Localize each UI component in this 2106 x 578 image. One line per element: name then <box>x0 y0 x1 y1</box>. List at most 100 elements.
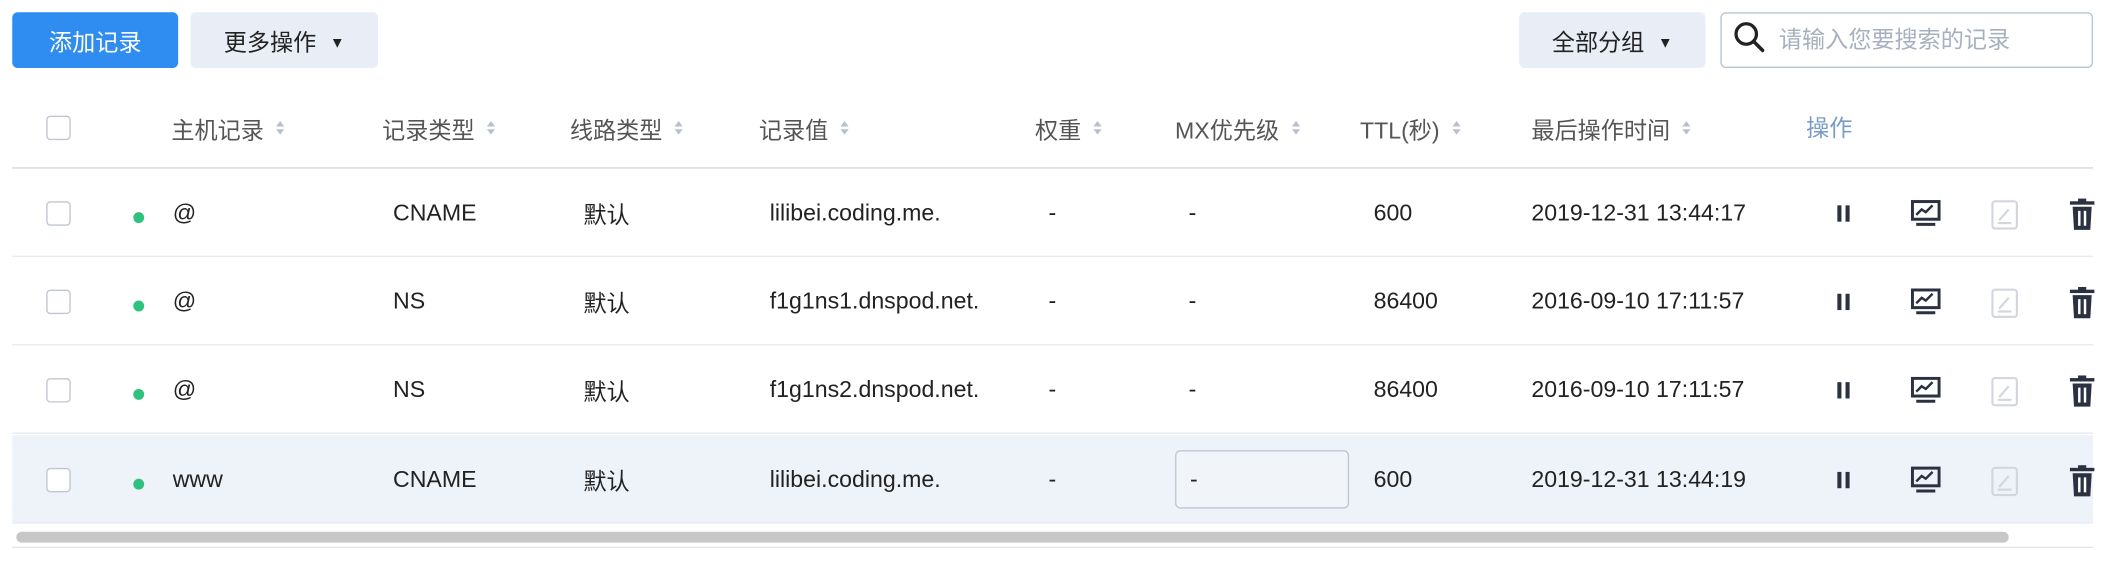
table-row: @ NS 默认 f1g1ns1.dnspod.net. - - 86400 20… <box>12 257 2095 346</box>
weight-cell[interactable]: - <box>1049 257 1057 345</box>
status-dot <box>133 300 145 312</box>
row-checkbox[interactable] <box>46 289 71 315</box>
edit-icon[interactable] <box>1987 199 2022 232</box>
column-header-value-label: 记录值 <box>758 117 829 144</box>
edit-icon[interactable] <box>1987 287 2022 320</box>
column-header-ttl-label: TTL(秒) <box>1360 117 1440 144</box>
status-dot <box>133 388 145 400</box>
sort-icon <box>486 121 496 135</box>
sort-icon <box>840 121 849 135</box>
column-header-value[interactable]: 记录值 <box>759 105 849 151</box>
type-cell: NS <box>393 287 426 314</box>
table-row: www CNAME 默认 lilibei.coding.me. - - 600 … <box>12 435 2095 524</box>
horizontal-scrollbar[interactable] <box>16 531 2009 543</box>
group-filter-dropdown[interactable]: 全部分组 ▼ <box>1519 12 1706 69</box>
pause-icon[interactable] <box>1829 201 1859 225</box>
time-cell: 2019-12-31 13:44:17 <box>1531 199 1747 226</box>
search-icon <box>1733 20 1766 59</box>
value-cell: f1g1ns1.dnspod.net. <box>769 287 980 314</box>
column-header-host[interactable]: 主机记录 <box>171 105 285 151</box>
mx-cell[interactable]: - <box>1189 257 1197 345</box>
status-dot <box>133 478 145 490</box>
sort-icon <box>1682 121 1691 135</box>
column-header-time[interactable]: 最后操作时间 <box>1531 105 1691 151</box>
mx-cell[interactable]: - <box>1189 169 1197 257</box>
line-cell: 默认 <box>583 202 630 229</box>
sort-icon <box>674 121 683 135</box>
column-header-host-label: 主机记录 <box>171 117 264 144</box>
host-cell: @ <box>172 287 197 314</box>
dns-record-panel: 添加记录 更多操作 ▼ 全部分组 ▼ 主机记录 记录类型 线路类型 记录值 <box>0 0 2106 578</box>
select-all-checkbox[interactable] <box>46 115 71 141</box>
ttl-cell[interactable]: 600 <box>1374 435 1413 523</box>
more-actions-label: 更多操作 <box>223 29 317 56</box>
time-cell: 2019-12-31 13:44:19 <box>1531 465 1747 492</box>
column-header-type[interactable]: 记录类型 <box>382 105 496 151</box>
host-cell: @ <box>172 199 197 226</box>
delete-icon[interactable] <box>2066 286 2099 321</box>
edit-icon[interactable] <box>1987 465 2022 498</box>
line-cell: 默认 <box>583 379 630 406</box>
add-record-label: 添加记录 <box>48 29 142 56</box>
value-cell: lilibei.coding.me. <box>769 199 941 226</box>
sort-icon <box>1451 121 1461 135</box>
line-cell: 默认 <box>583 291 630 317</box>
ttl-cell[interactable]: 86400 <box>1374 345 1438 433</box>
time-cell: 2016-09-10 17:11:57 <box>1531 287 1745 314</box>
column-header-mx-label: MX优先级 <box>1175 117 1280 144</box>
ttl-cell[interactable]: 600 <box>1374 169 1413 257</box>
row-checkbox[interactable] <box>46 467 71 493</box>
pause-icon[interactable] <box>1829 290 1859 314</box>
column-header-action: 操作 <box>1806 102 1852 148</box>
sort-icon <box>1291 121 1300 135</box>
type-cell: CNAME <box>393 465 477 492</box>
column-header-line-label: 线路类型 <box>569 117 663 144</box>
delete-icon[interactable] <box>2066 464 2099 499</box>
remark-icon[interactable] <box>1908 465 1943 495</box>
host-cell: www <box>172 465 223 492</box>
pause-icon[interactable] <box>1829 468 1859 492</box>
mx-cell: - <box>1190 465 1198 492</box>
time-cell: 2016-09-10 17:11:57 <box>1531 376 1745 402</box>
weight-cell[interactable]: - <box>1049 345 1057 433</box>
column-header-weight-label: 权重 <box>1034 117 1082 144</box>
row-checkbox[interactable] <box>46 201 71 226</box>
row-checkbox[interactable] <box>46 378 71 403</box>
type-cell: CNAME <box>393 199 477 226</box>
column-header-line[interactable]: 线路类型 <box>570 105 683 151</box>
delete-icon[interactable] <box>2066 197 2099 232</box>
more-actions-dropdown[interactable]: 更多操作 ▼ <box>190 12 379 69</box>
column-header-mx[interactable]: MX优先级 <box>1175 105 1300 151</box>
edit-icon[interactable] <box>1987 375 2022 408</box>
weight-cell[interactable]: - <box>1049 435 1057 523</box>
remark-icon[interactable] <box>1908 199 1943 229</box>
search-input[interactable] <box>1776 25 2081 56</box>
value-cell: f1g1ns2.dnspod.net. <box>769 376 980 402</box>
delete-icon[interactable] <box>2066 374 2099 409</box>
ttl-cell[interactable]: 86400 <box>1374 257 1438 345</box>
caret-down-icon: ▼ <box>1657 34 1673 51</box>
mx-cell[interactable]: - <box>1189 345 1197 433</box>
search-box <box>1720 12 2094 69</box>
table-bottom-border <box>12 546 2094 549</box>
group-filter-label: 全部分组 <box>1551 29 1645 56</box>
table-row: @ CNAME 默认 lilibei.coding.me. - - 600 20… <box>12 169 2095 258</box>
sort-icon <box>276 121 285 135</box>
host-cell: @ <box>172 376 197 402</box>
pause-icon[interactable] <box>1829 378 1859 402</box>
sort-icon <box>1093 121 1102 135</box>
column-header-time-label: 最后操作时间 <box>1531 117 1671 144</box>
column-header-type-label: 记录类型 <box>382 117 475 144</box>
add-record-button[interactable]: 添加记录 <box>12 12 179 69</box>
status-dot <box>133 212 145 224</box>
remark-icon[interactable] <box>1908 375 1943 405</box>
column-header-ttl[interactable]: TTL(秒) <box>1360 105 1461 151</box>
column-header-weight[interactable]: 权重 <box>1035 105 1102 151</box>
value-cell: lilibei.coding.me. <box>769 465 941 492</box>
caret-down-icon: ▼ <box>329 34 345 51</box>
mx-edit-field[interactable]: - <box>1175 450 1350 509</box>
remark-icon[interactable] <box>1908 287 1943 317</box>
type-cell: NS <box>393 376 426 402</box>
weight-cell[interactable]: - <box>1049 169 1057 257</box>
line-cell: 默认 <box>583 469 630 496</box>
